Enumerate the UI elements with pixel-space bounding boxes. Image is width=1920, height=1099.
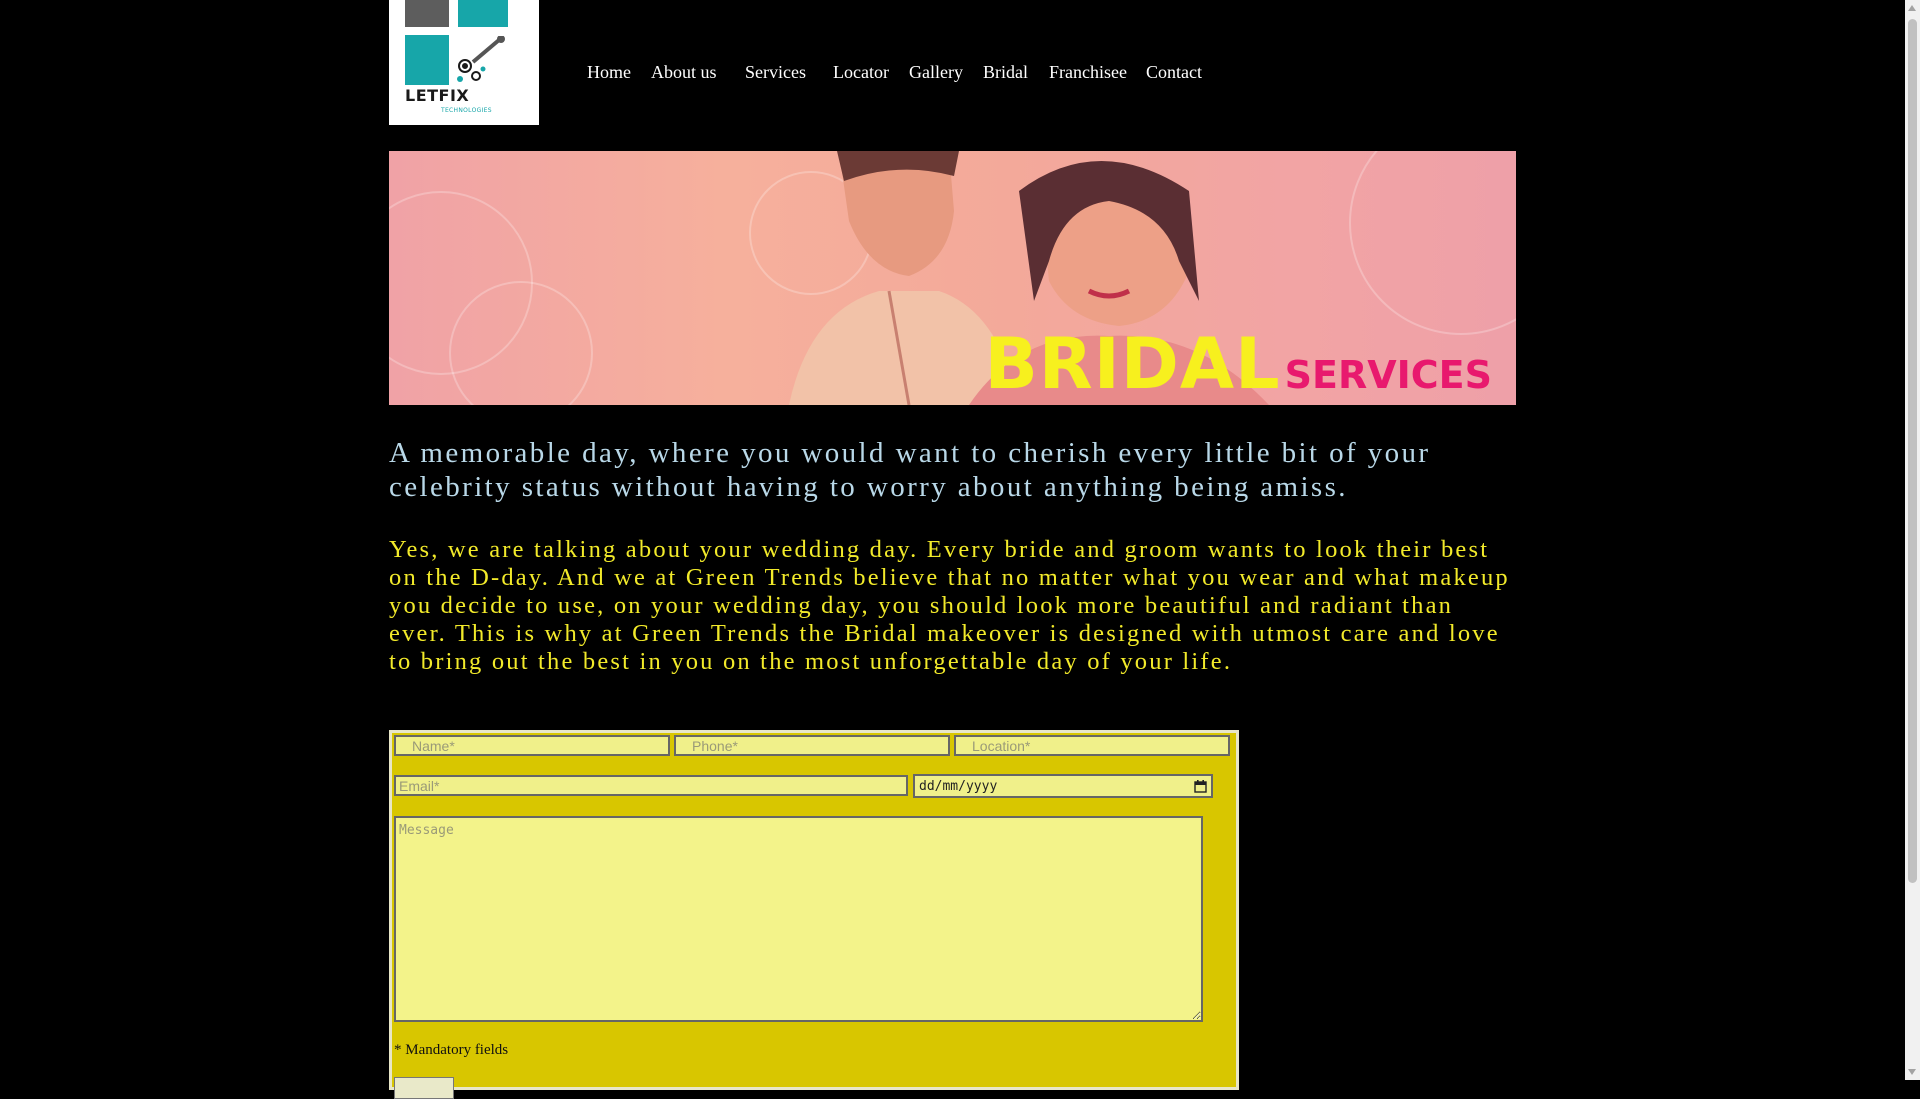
submit-button[interactable]: [394, 1077, 454, 1099]
banner-title: BRIDAL SERVICES: [984, 323, 1492, 405]
intro-body-text: Yes, we are talking about your wedding d…: [389, 536, 1510, 675]
banner-title-services: SERVICES: [1284, 353, 1492, 397]
intro-lead-text: A memorable day, where you would want to…: [389, 437, 1431, 503]
banner-title-bridal: BRIDAL: [984, 323, 1281, 405]
logo-teal-square-large: [405, 35, 449, 85]
message-textarea[interactable]: [394, 816, 1203, 1022]
scrollbar-thumb[interactable]: [1908, 19, 1917, 883]
logo-brand-subtext: TECHNOLOGIES: [441, 107, 492, 114]
phone-input[interactable]: [674, 735, 950, 756]
location-input[interactable]: [954, 735, 1230, 756]
nav-item-locator[interactable]: Locator: [833, 62, 889, 83]
enquiry-form: dd/mm/yyyy * Mandatory fields: [389, 730, 1239, 1099]
nav-item-about[interactable]: About us: [651, 62, 717, 83]
page-scrollbar[interactable]: [1905, 0, 1920, 1080]
banner-motif: [1349, 151, 1516, 335]
scroll-down-arrow-icon[interactable]: [1908, 1069, 1916, 1075]
nav-item-home[interactable]: Home: [587, 62, 631, 83]
nav-item-contact[interactable]: Contact: [1146, 62, 1202, 83]
date-input-value: dd/mm/yyyy: [919, 778, 998, 794]
nav-item-bridal[interactable]: Bridal: [983, 62, 1028, 83]
nav-item-gallery[interactable]: Gallery: [909, 62, 963, 83]
scroll-up-arrow-icon[interactable]: [1908, 5, 1916, 11]
site-logo[interactable]: LETFIX TECHNOLOGIES: [389, 0, 539, 125]
logo-teal-square: [458, 0, 508, 27]
bridal-banner: BRIDAL SERVICES: [389, 151, 1516, 405]
calendar-icon[interactable]: [1194, 779, 1207, 793]
date-input[interactable]: dd/mm/yyyy: [913, 774, 1213, 798]
email-input[interactable]: [394, 775, 908, 796]
mandatory-note: * Mandatory fields: [394, 1042, 509, 1058]
gear-wrench-icon: [457, 36, 505, 82]
name-input[interactable]: [394, 735, 670, 756]
nav-item-services[interactable]: Services: [745, 62, 806, 83]
logo-grey-square: [405, 0, 449, 27]
nav-item-franchisee[interactable]: Franchisee: [1049, 62, 1127, 83]
page: LETFIX TECHNOLOGIES Home About us Servic…: [0, 0, 1905, 1099]
logo-brand-text: LETFIX: [405, 86, 470, 105]
